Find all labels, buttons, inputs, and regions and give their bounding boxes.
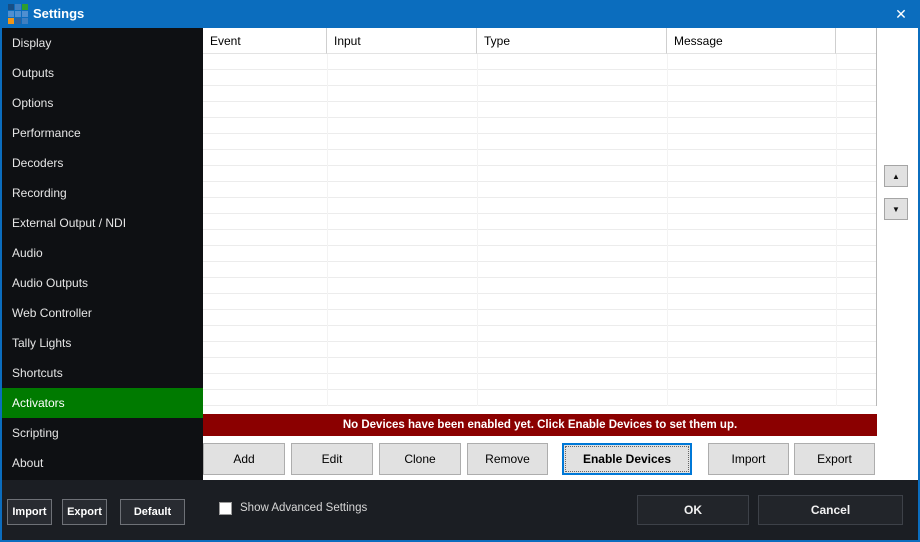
vmix-logo-icon — [8, 4, 28, 24]
default-settings-button[interactable]: Default — [120, 499, 185, 525]
sidebar-item-decoders[interactable]: Decoders — [2, 148, 203, 178]
column-header-type[interactable]: Type — [477, 28, 667, 54]
arrow-up-icon: ▲ — [892, 172, 900, 181]
sidebar-item-outputs[interactable]: Outputs — [2, 58, 203, 88]
show-advanced-checkbox[interactable] — [219, 502, 232, 515]
sidebar-item-scripting[interactable]: Scripting — [2, 418, 203, 448]
sidebar-item-shortcuts[interactable]: Shortcuts — [2, 358, 203, 388]
banner-text: No Devices have been enabled yet. Click … — [343, 419, 737, 431]
column-header-spacer — [836, 28, 876, 54]
close-icon[interactable]: ✕ — [884, 0, 918, 28]
column-header-input[interactable]: Input — [327, 28, 477, 54]
ok-button[interactable]: OK — [637, 495, 749, 525]
sidebar-item-audio[interactable]: Audio — [2, 238, 203, 268]
sidebar-item-external-output-ndi[interactable]: External Output / NDI — [2, 208, 203, 238]
sidebar-item-performance[interactable]: Performance — [2, 118, 203, 148]
sidebar-item-options[interactable]: Options — [2, 88, 203, 118]
column-divider — [836, 54, 837, 406]
settings-window: Settings ✕ Display Outputs Options Perfo… — [0, 0, 920, 542]
edit-button[interactable]: Edit — [291, 443, 373, 475]
sidebar-item-web-controller[interactable]: Web Controller — [2, 298, 203, 328]
enable-devices-button[interactable]: Enable Devices — [562, 443, 692, 475]
no-devices-banner: No Devices have been enabled yet. Click … — [203, 414, 877, 436]
bottom-bar: Import Export Default Show Advanced Sett… — [2, 480, 918, 540]
export-settings-button[interactable]: Export — [62, 499, 107, 525]
column-header-message[interactable]: Message — [667, 28, 836, 54]
sidebar-item-recording[interactable]: Recording — [2, 178, 203, 208]
table-header: Event Input Type Message — [203, 28, 876, 54]
sidebar-item-display[interactable]: Display — [2, 28, 203, 58]
move-up-button[interactable]: ▲ — [884, 165, 908, 187]
sidebar: Display Outputs Options Performance Deco… — [2, 28, 203, 480]
sidebar-item-activators[interactable]: Activators — [2, 388, 203, 418]
move-down-button[interactable]: ▼ — [884, 198, 908, 220]
cancel-button[interactable]: Cancel — [758, 495, 903, 525]
activators-table: Event Input Type Message — [203, 28, 877, 406]
column-divider — [667, 54, 668, 406]
titlebar[interactable]: Settings ✕ — [0, 0, 920, 28]
sidebar-item-about[interactable]: About — [2, 448, 203, 478]
content-panel: Event Input Type Message ▲ ▼ No Devices … — [203, 28, 918, 480]
import-activators-button[interactable]: Import — [708, 443, 789, 475]
add-button[interactable]: Add — [203, 443, 285, 475]
import-settings-button[interactable]: Import — [7, 499, 52, 525]
show-advanced-label: Show Advanced Settings — [240, 500, 367, 517]
column-divider — [327, 54, 328, 406]
remove-button[interactable]: Remove — [467, 443, 548, 475]
column-divider — [477, 54, 478, 406]
table-body-empty — [203, 54, 876, 406]
column-header-event[interactable]: Event — [203, 28, 327, 54]
sidebar-item-tally-lights[interactable]: Tally Lights — [2, 328, 203, 358]
window-title: Settings — [33, 0, 84, 28]
arrow-down-icon: ▼ — [892, 205, 900, 214]
export-activators-button[interactable]: Export — [794, 443, 875, 475]
clone-button[interactable]: Clone — [379, 443, 461, 475]
sidebar-item-audio-outputs[interactable]: Audio Outputs — [2, 268, 203, 298]
